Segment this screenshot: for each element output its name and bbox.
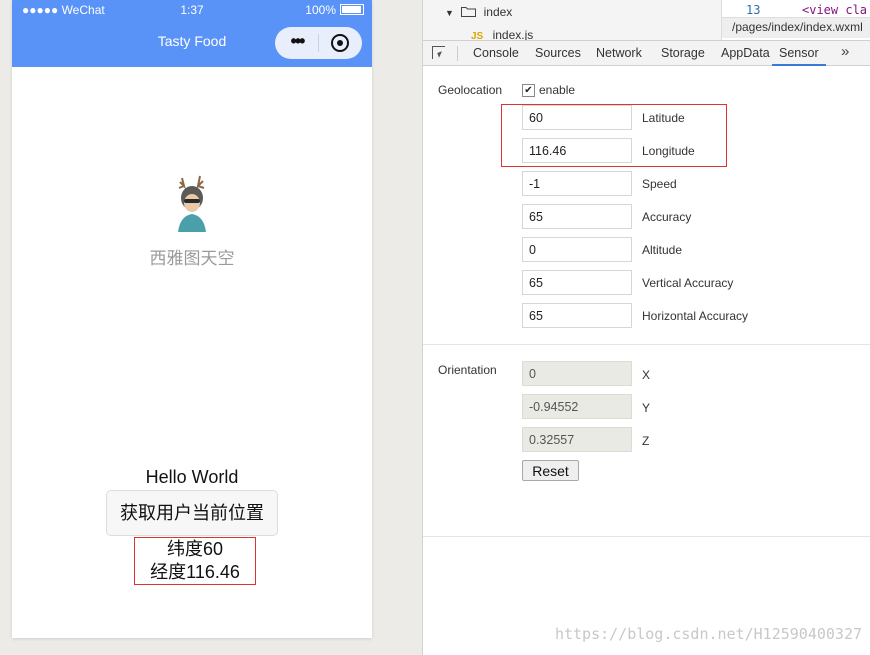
js-file-icon: JS bbox=[471, 31, 484, 40]
orientation-z-input[interactable]: 0.32557 bbox=[522, 427, 632, 452]
altitude-label: Altitude bbox=[642, 243, 683, 257]
phone-simulator: ●●●●● WeChat 1:37 100% Tasty Food ••• 西雅… bbox=[12, 0, 372, 638]
enable-label: enable bbox=[539, 83, 576, 97]
expand-arrow-icon: ▼ bbox=[445, 8, 454, 18]
vertical-accuracy-label: Vertical Accuracy bbox=[642, 276, 734, 290]
line-number: 13 bbox=[746, 3, 761, 17]
file-label: index.js bbox=[492, 28, 534, 40]
devtools-tabbar: Console Sources Network Storage AppData … bbox=[423, 40, 870, 66]
tab-separator bbox=[457, 46, 458, 61]
tab-console[interactable]: Console bbox=[473, 46, 519, 60]
orientation-label: Orientation bbox=[438, 363, 497, 377]
longitude-text: 经度116.46 bbox=[150, 562, 240, 582]
code-editor-pane: 13 <view cla /pages/index/index.wxml bbox=[721, 0, 870, 40]
tab-appdata[interactable]: AppData bbox=[721, 46, 770, 60]
tab-sensor[interactable]: Sensor bbox=[772, 46, 826, 66]
battery-icon bbox=[340, 4, 364, 15]
orientation-x-input[interactable]: 0 bbox=[522, 361, 632, 386]
reset-button[interactable]: Reset bbox=[522, 460, 579, 481]
speed-label: Speed bbox=[642, 177, 677, 191]
vertical-accuracy-input[interactable]: 65 bbox=[522, 270, 632, 295]
file-path: /pages/index/index.wxml bbox=[722, 17, 870, 38]
section-divider bbox=[423, 344, 870, 345]
code-line[interactable]: <view cla bbox=[802, 3, 867, 17]
horizontal-accuracy-label: Horizontal Accuracy bbox=[642, 309, 749, 323]
navigation-bar: Tasty Food ••• bbox=[12, 22, 372, 67]
folder-icon bbox=[461, 7, 477, 17]
section-divider bbox=[423, 536, 870, 537]
geolocation-label: Geolocation bbox=[438, 83, 503, 97]
more-dots-icon[interactable]: ••• bbox=[285, 31, 309, 52]
tree-file-indexjs[interactable]: JS index.js bbox=[471, 28, 533, 40]
watermark: https://blog.csdn.net/H12590400327 bbox=[554, 625, 862, 643]
accuracy-input[interactable]: 65 bbox=[522, 204, 632, 229]
orientation-y-label: Y bbox=[642, 401, 651, 415]
speed-input[interactable]: -1 bbox=[522, 171, 632, 196]
file-tree: ▼ index JS index.js bbox=[423, 0, 721, 40]
status-bar: ●●●●● WeChat 1:37 100% bbox=[12, 0, 372, 22]
orientation-z-label: Z bbox=[642, 434, 650, 448]
battery-indicator: 100% bbox=[305, 3, 364, 17]
orientation-y-input[interactable]: -0.94552 bbox=[522, 394, 632, 419]
coordinates-display: 纬度60 经度116.46 bbox=[134, 537, 256, 585]
tab-sources[interactable]: Sources bbox=[535, 46, 581, 60]
accuracy-label: Accuracy bbox=[642, 210, 692, 224]
folder-label: index bbox=[483, 5, 513, 19]
enable-checkbox[interactable]: ✔ bbox=[522, 84, 535, 97]
inspect-element-icon[interactable] bbox=[432, 46, 445, 59]
latlng-highlight-box bbox=[501, 104, 727, 167]
orientation-x-label: X bbox=[642, 368, 651, 382]
menu-capsule: ••• bbox=[275, 27, 362, 59]
devtools-panel: ▼ index JS index.js 13 <view cla /pages/… bbox=[423, 0, 870, 655]
tree-folder-index[interactable]: ▼ index bbox=[445, 5, 512, 19]
tab-network[interactable]: Network bbox=[596, 46, 642, 60]
battery-percent: 100% bbox=[305, 3, 336, 17]
get-location-button[interactable]: 获取用户当前位置 bbox=[106, 490, 278, 536]
more-tabs-icon[interactable]: » bbox=[841, 43, 849, 60]
avatar bbox=[178, 175, 206, 232]
tab-storage[interactable]: Storage bbox=[661, 46, 705, 60]
user-nickname: 西雅图天空 bbox=[149, 249, 235, 268]
latitude-text: 纬度60 bbox=[166, 539, 224, 559]
horizontal-accuracy-input[interactable]: 65 bbox=[522, 303, 632, 328]
hello-text: Hello World bbox=[145, 467, 239, 487]
close-miniprogram-icon[interactable] bbox=[331, 34, 349, 52]
altitude-input[interactable]: 0 bbox=[522, 237, 632, 262]
capsule-divider bbox=[318, 34, 319, 52]
